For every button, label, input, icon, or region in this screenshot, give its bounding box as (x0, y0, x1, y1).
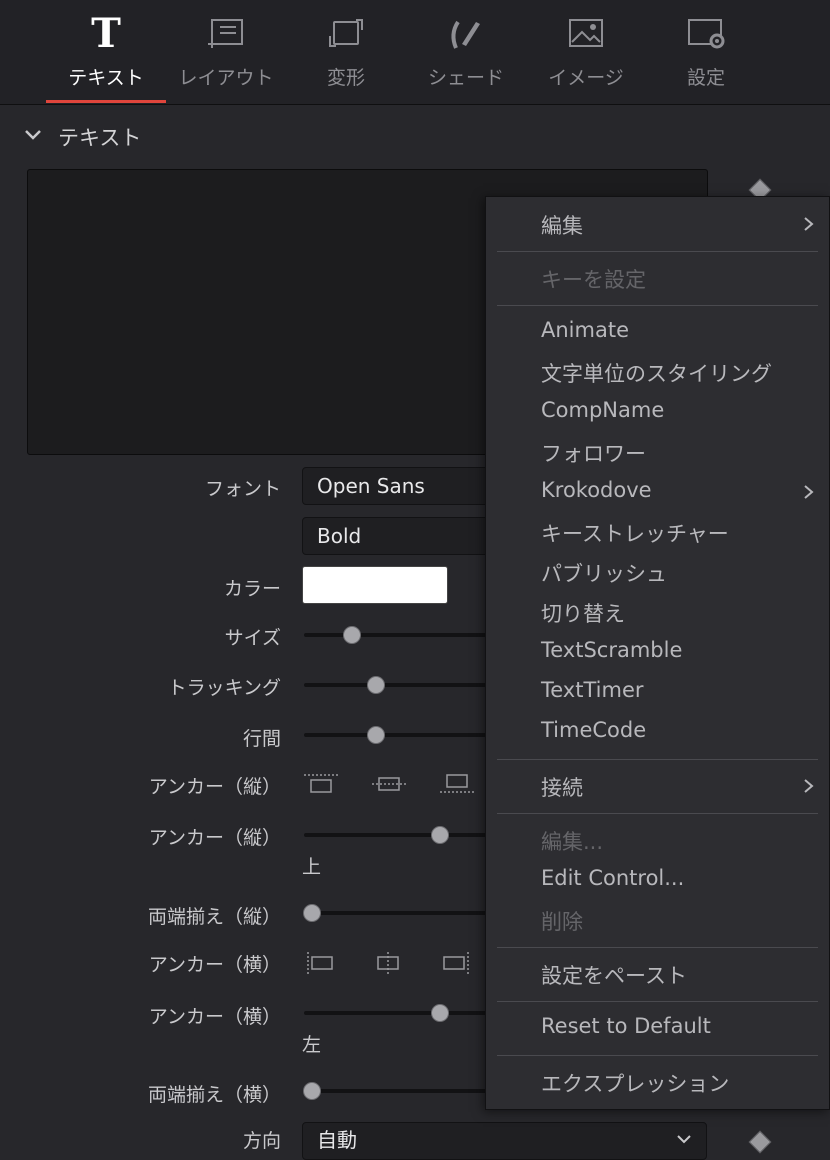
anchor-left-icon[interactable] (302, 951, 342, 975)
menu-item-publish[interactable]: パブリッシュ (541, 558, 667, 588)
context-menu: 編集 キーを設定 Animate 文字単位のスタイリング CompName フォ… (485, 196, 830, 1110)
menu-separator (497, 251, 818, 252)
tracking-slider-handle[interactable] (367, 676, 385, 694)
justify-vertical-slider-track[interactable] (304, 911, 494, 915)
size-slider-track[interactable] (304, 633, 494, 637)
menu-item-edit[interactable]: 編集 (541, 210, 583, 240)
chevron-down-icon (677, 1135, 691, 1144)
menu-item-timecode[interactable]: TimeCode (541, 718, 646, 742)
line-spacing-slider-track[interactable] (304, 733, 494, 737)
menu-item-keystretcher[interactable]: キーストレッチャー (541, 518, 729, 548)
size-label: サイズ (224, 627, 281, 649)
anchor-vertical-slider-label: アンカー（縦） (148, 827, 281, 849)
anchor-vertical-label: アンカー（縦） (148, 776, 281, 798)
active-tab-indicator (46, 100, 166, 103)
chevron-down-icon[interactable] (24, 126, 42, 144)
justify-horizontal-slider-track[interactable] (304, 1089, 494, 1093)
tab-label: イメージ (548, 67, 624, 89)
menu-item-paste-settings[interactable]: 設定をペースト (541, 960, 687, 990)
chevron-right-icon (804, 779, 814, 793)
anchor-horizontal-slider-handle[interactable] (431, 1004, 449, 1022)
transform-icon (329, 19, 363, 47)
direction-label: 方向 (242, 1130, 281, 1152)
justify-vertical-slider-handle[interactable] (303, 904, 321, 922)
menu-item-edit-ellipsis: 編集... (541, 830, 604, 854)
tab-settings[interactable]: 設定 (646, 0, 766, 104)
anchor-horizontal-value: 左 (302, 1034, 322, 1056)
anchor-vertical-value: 上 (302, 856, 322, 878)
shade-brush-icon (451, 20, 480, 49)
anchor-horizontal-label: アンカー（横） (148, 954, 281, 976)
menu-item-char-styling[interactable]: 文字単位のスタイリング (541, 358, 772, 388)
tab-text[interactable]: T テキスト (46, 0, 166, 104)
menu-item-edit-control[interactable]: Edit Control... (541, 866, 684, 890)
menu-item-follower[interactable]: フォロワー (541, 438, 646, 468)
tab-label: テキスト (68, 67, 144, 89)
chevron-right-icon (804, 217, 814, 231)
menu-item-textscramble[interactable]: TextScramble (541, 638, 682, 662)
anchor-horizontal-slider-track[interactable] (304, 1011, 494, 1015)
tab-layout[interactable]: レイアウト (166, 0, 286, 104)
tracking-label: トラッキング (167, 677, 281, 699)
tab-label: 設定 (686, 67, 725, 89)
menu-item-texttimer[interactable]: TextTimer (541, 678, 644, 702)
line-spacing-slider-handle[interactable] (367, 726, 385, 744)
tab-shade[interactable]: シェード (406, 0, 526, 104)
menu-separator (497, 947, 818, 948)
menu-item-expression[interactable]: エクスプレッション (541, 1068, 729, 1098)
menu-item-connect[interactable]: 接続 (541, 772, 583, 802)
justify-horizontal-label: 両端揃え（横） (147, 1084, 281, 1106)
tab-image[interactable]: イメージ (526, 0, 646, 104)
anchor-right-icon[interactable] (436, 951, 476, 975)
color-swatch[interactable] (302, 566, 448, 604)
menu-item-set-key: キーを設定 (541, 268, 646, 292)
color-label: カラー (223, 578, 281, 600)
menu-item-reset-default[interactable]: Reset to Default (541, 1014, 711, 1038)
anchor-horizontal-slider-label: アンカー（横） (148, 1006, 281, 1028)
tracking-slider-track[interactable] (304, 683, 494, 687)
settings-icon (688, 19, 725, 49)
justify-horizontal-slider-handle[interactable] (303, 1082, 321, 1100)
menu-separator (497, 305, 818, 306)
menu-separator (497, 1001, 818, 1002)
menu-separator (497, 813, 818, 814)
keyframe-diamond-icon[interactable] (748, 1130, 772, 1154)
tab-label: 変形 (326, 67, 365, 89)
anchor-center-icon[interactable] (368, 951, 408, 975)
font-label: フォント (204, 478, 281, 500)
section-title[interactable]: テキスト (58, 122, 141, 152)
justify-vertical-label: 両端揃え（縦） (147, 906, 281, 928)
anchor-bottom-icon[interactable] (438, 772, 478, 796)
inspector-tab-bar: T テキスト レイアウト 変形 シェード イメージ 設定 (0, 0, 830, 105)
tab-transform[interactable]: 変形 (286, 0, 406, 104)
image-icon (569, 19, 603, 47)
anchor-vertical-slider-handle[interactable] (431, 826, 449, 844)
menu-item-delete: 削除 (541, 910, 583, 934)
menu-item-krokodove[interactable]: Krokodove (541, 478, 652, 502)
font-family-select[interactable]: Open Sans (302, 467, 492, 505)
size-slider-handle[interactable] (343, 626, 361, 644)
anchor-vertical-slider-track[interactable] (304, 833, 494, 837)
text-t-icon: T (91, 10, 121, 57)
menu-item-compname[interactable]: CompName (541, 398, 664, 422)
layout-icon (208, 19, 243, 48)
anchor-middle-icon[interactable] (370, 772, 410, 796)
menu-item-animate[interactable]: Animate (541, 318, 629, 342)
menu-separator (497, 1055, 818, 1056)
font-style-select[interactable]: Bold (302, 517, 492, 555)
direction-select[interactable]: 自動 (302, 1122, 707, 1160)
tab-label: レイアウト (178, 67, 274, 89)
anchor-top-icon[interactable] (302, 772, 342, 796)
chevron-right-icon (804, 485, 814, 499)
tab-label: シェード (427, 67, 504, 89)
line-spacing-label: 行間 (242, 728, 281, 750)
menu-item-switch[interactable]: 切り替え (541, 598, 625, 628)
menu-separator (497, 759, 818, 760)
